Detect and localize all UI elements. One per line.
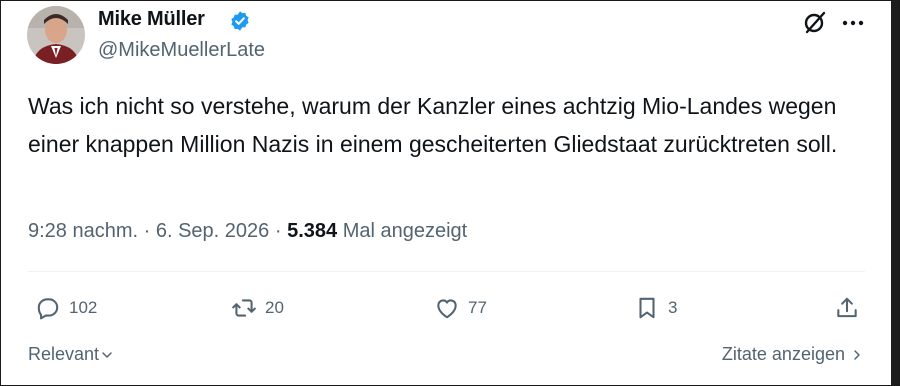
tweet-date[interactable]: 6. Sep. 2026 (156, 220, 269, 242)
like-count: 77 (468, 298, 487, 317)
tweet-text: Was ich nicht so verstehe, warum der Kan… (28, 93, 838, 157)
bookmark-icon (639, 297, 655, 319)
window-edge (891, 1, 899, 385)
verified-badge-icon (231, 11, 249, 31)
user-handle[interactable]: @MikeMuellerLate (98, 39, 265, 62)
meta-separator: · (138, 220, 156, 242)
bookmark-count: 3 (668, 298, 678, 317)
tweet-meta: 9:28 nachm. · 6. Sep. 2026 · 5.384 Mal a… (28, 220, 467, 243)
reply-button[interactable]: 102 (35, 293, 97, 323)
share-button[interactable] (834, 293, 860, 323)
more-icon[interactable] (841, 19, 865, 27)
sort-dropdown[interactable]: Relevant (28, 344, 113, 365)
meta-separator: · (269, 220, 288, 242)
bookmark-button[interactable]: 3 (634, 293, 677, 323)
grok-icon[interactable] (802, 9, 828, 35)
chevron-right-icon (854, 349, 860, 360)
repost-icon (232, 299, 256, 317)
avatar[interactable] (27, 6, 85, 64)
divider (28, 271, 865, 272)
reply-count: 102 (69, 298, 98, 317)
heart-icon (437, 299, 457, 319)
reply-icon (37, 298, 59, 320)
view-quotes-label: Zitate anzeigen (721, 344, 845, 364)
tweet-time[interactable]: 9:28 nachm. (28, 220, 138, 242)
view-label: Mal angezeigt (337, 220, 468, 242)
display-name[interactable]: Mike Müller (98, 8, 205, 31)
chevron-down-icon (102, 351, 112, 358)
sort-label: Relevant (28, 344, 100, 364)
tweet-card: Mike Müller @MikeMuellerLate Was ich nic… (0, 0, 900, 386)
view-quotes-link[interactable]: Zitate anzeigen (722, 344, 863, 365)
share-icon (837, 297, 857, 318)
repost-button[interactable]: 20 (231, 293, 284, 323)
view-count: 5.384 (287, 220, 338, 242)
like-button[interactable]: 77 (434, 293, 487, 323)
repost-count: 20 (265, 298, 284, 317)
